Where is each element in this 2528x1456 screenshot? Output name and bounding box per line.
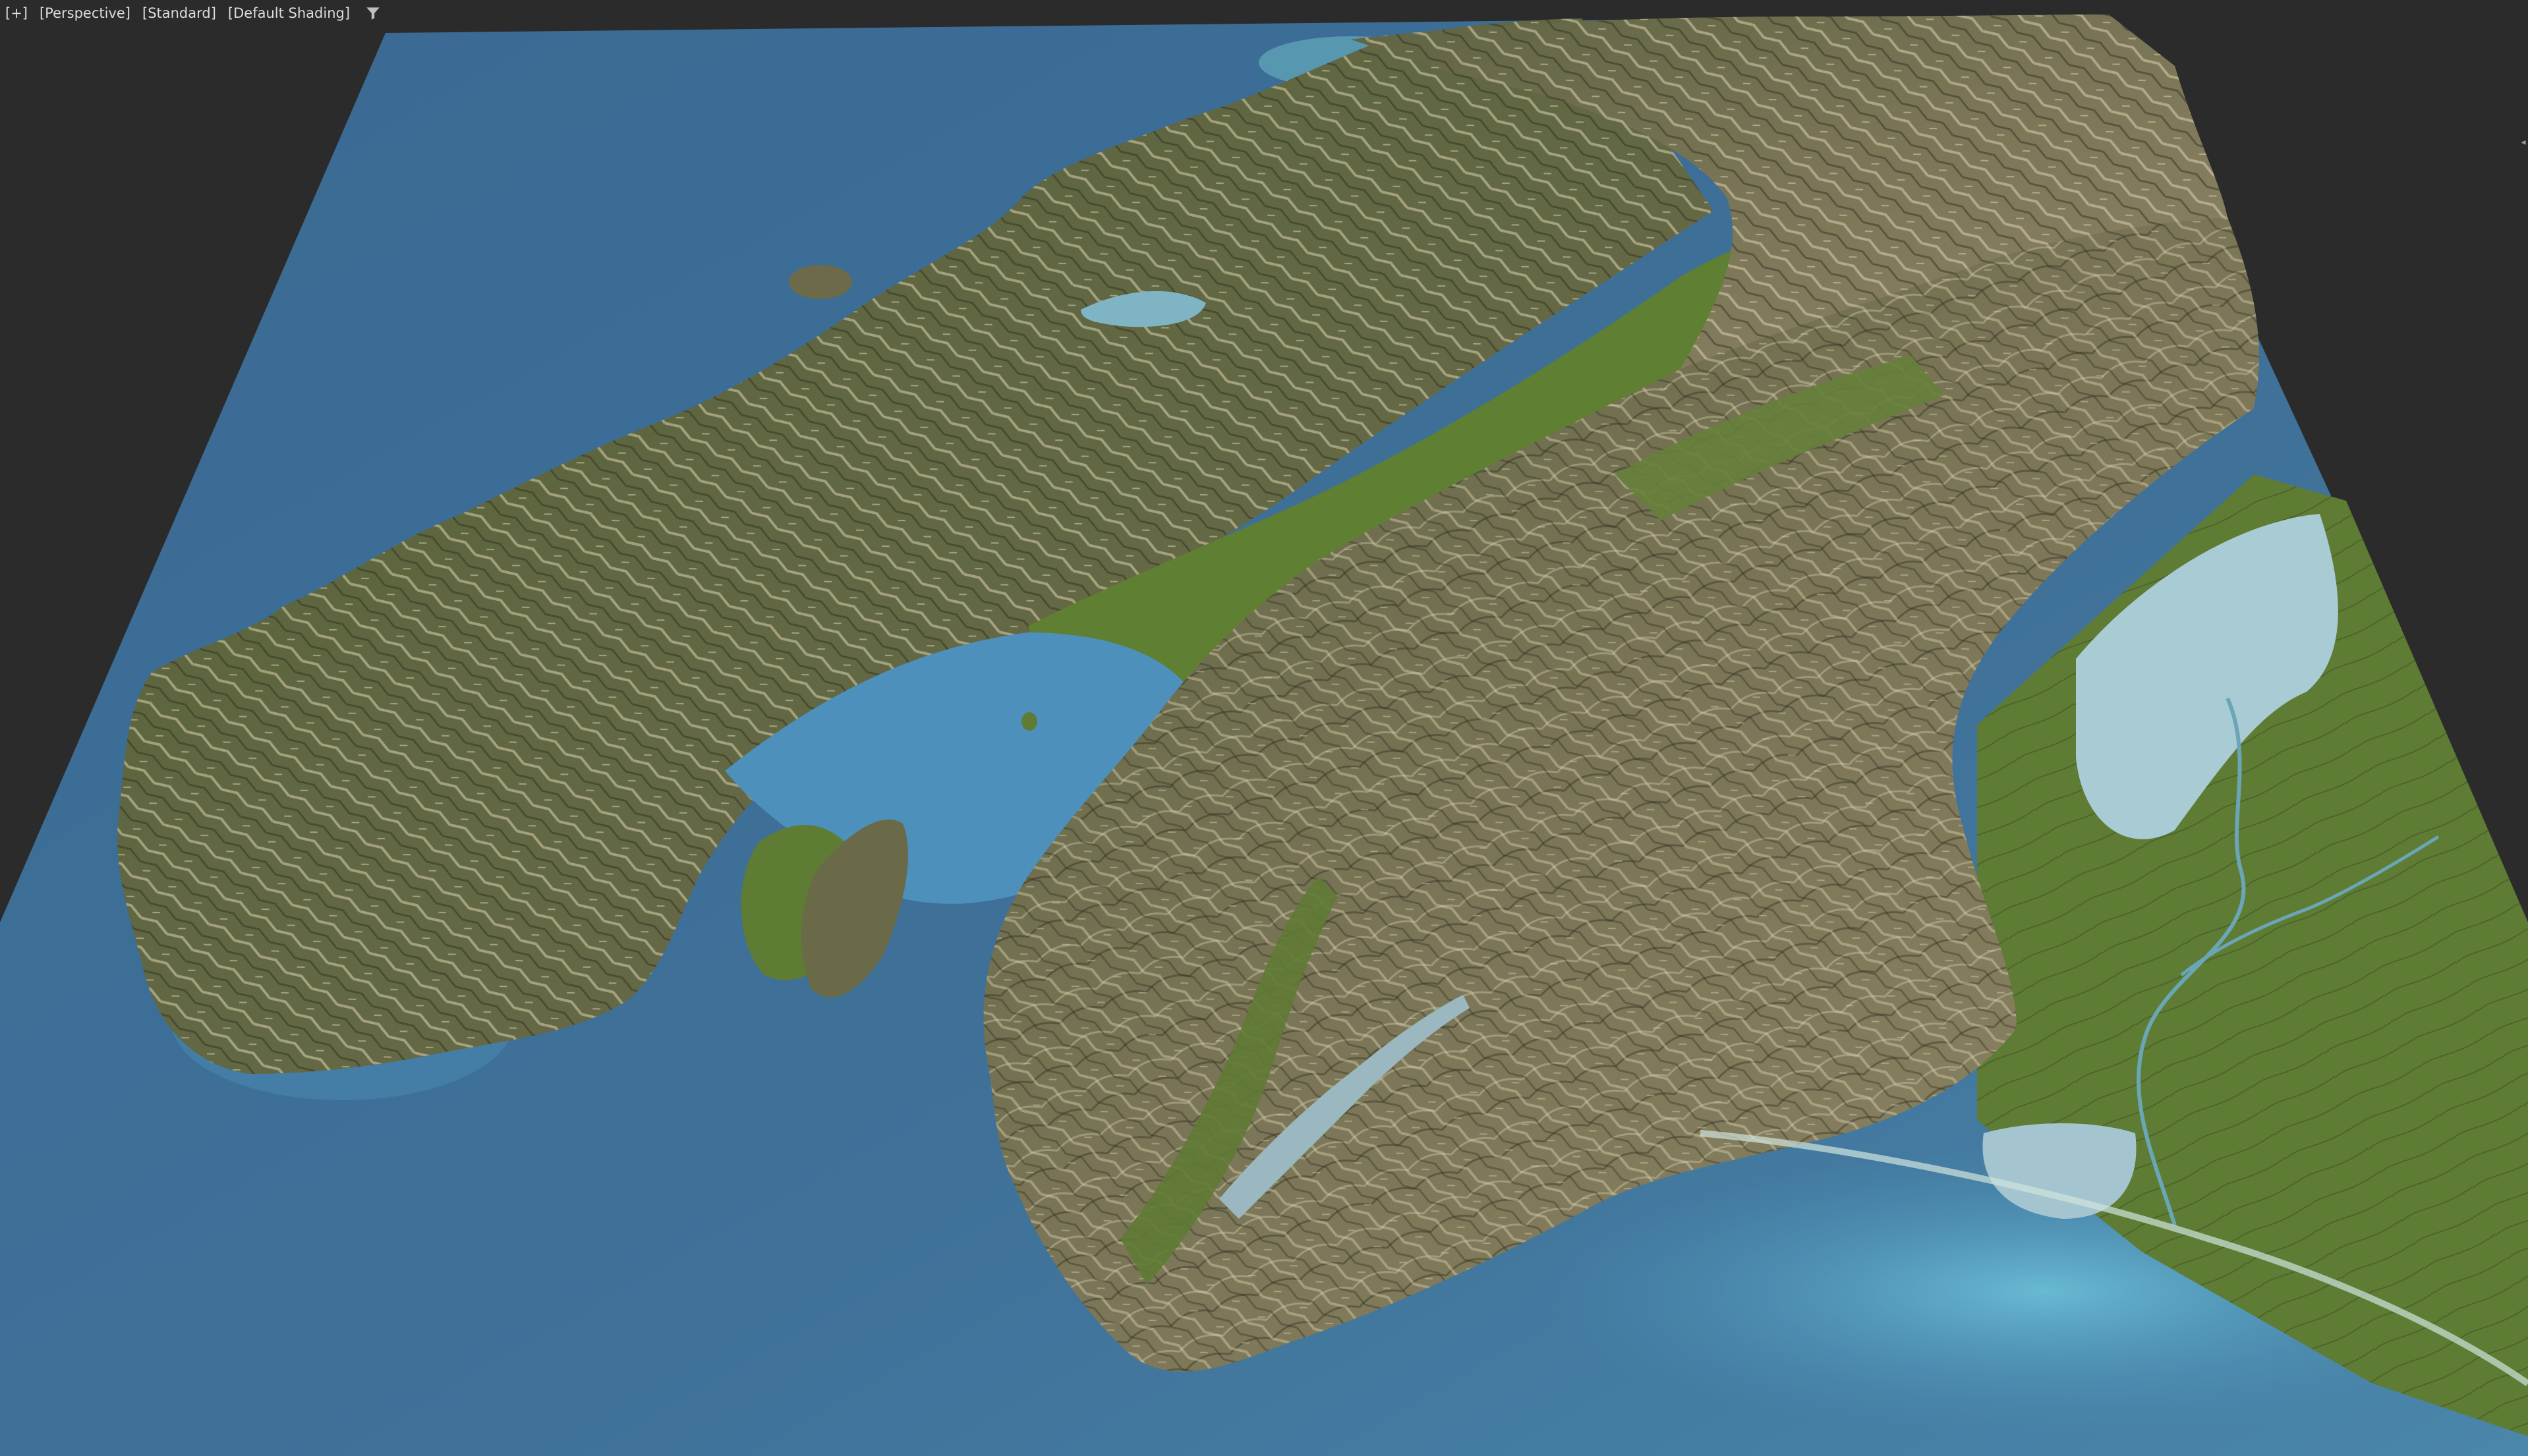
islet-bay xyxy=(1021,712,1037,731)
filter-funnel-icon[interactable] xyxy=(364,5,382,22)
viewport-edge-marker: ◂ xyxy=(2521,137,2526,148)
viewport-standard-menu[interactable]: [Standard] xyxy=(141,4,217,22)
viewport[interactable]: [+] [Perspective] [Standard] [Default Sh… xyxy=(0,0,2528,1456)
viewport-shading-menu[interactable]: [Default Shading] xyxy=(227,4,351,22)
viewport-label-bar: [+] [Perspective] [Standard] [Default Sh… xyxy=(0,0,382,26)
island-north xyxy=(789,265,852,299)
terrain-render[interactable] xyxy=(0,0,2528,1456)
viewport-general-menu[interactable]: [+] xyxy=(4,4,29,22)
viewport-pov-menu[interactable]: [Perspective] xyxy=(38,4,132,22)
